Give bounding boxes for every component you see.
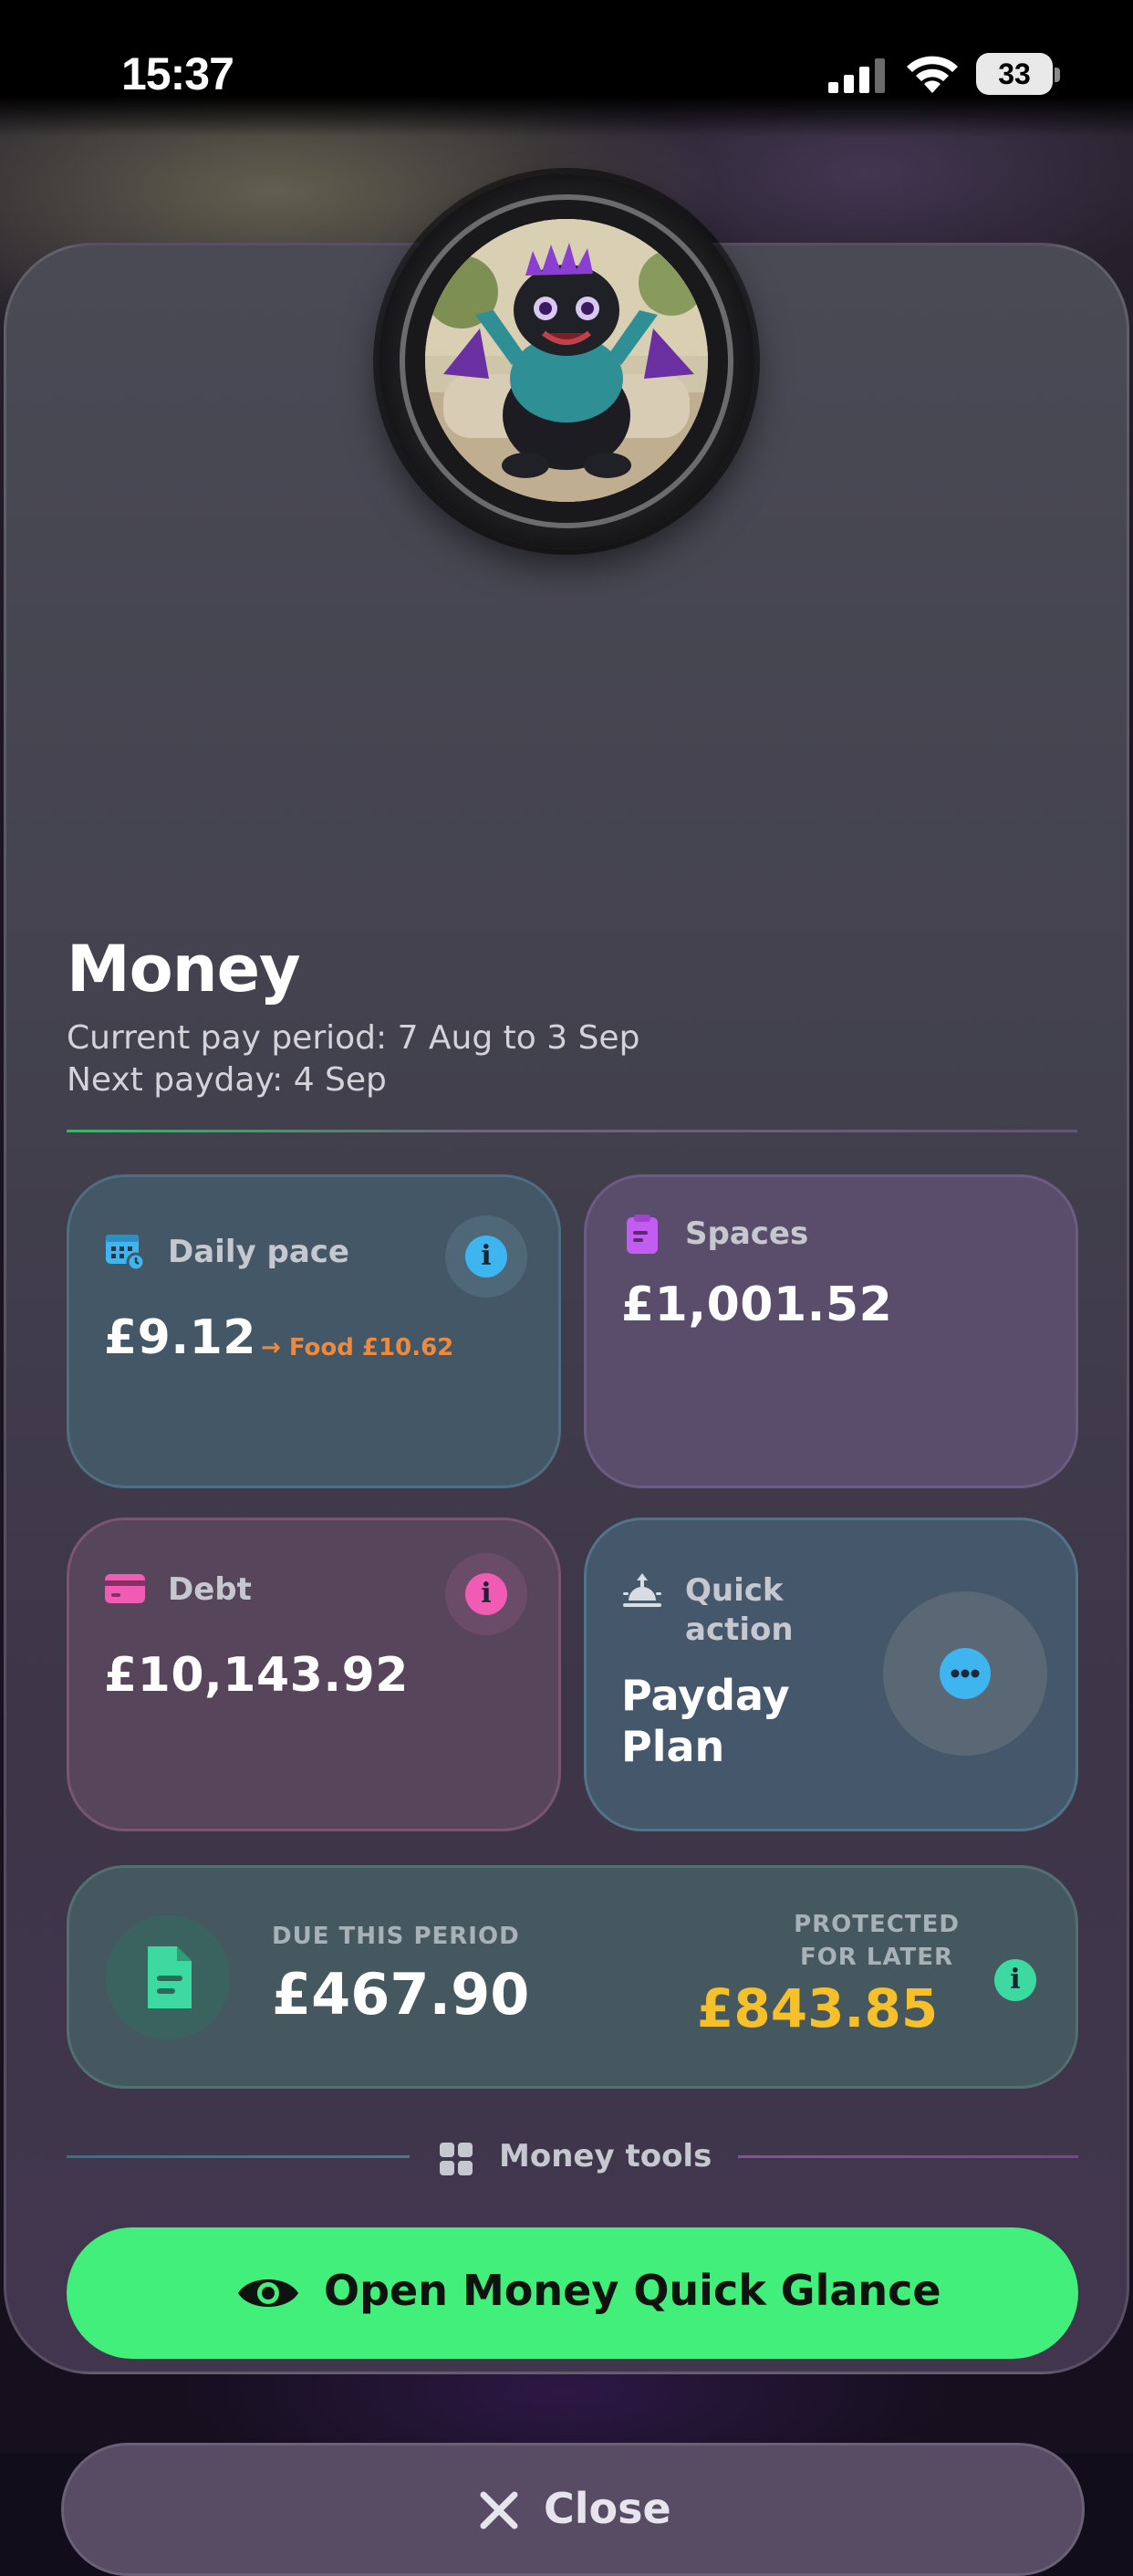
wifi-icon [907,56,958,93]
due-this-period-label: DUE THIS PERIOD [272,1923,520,1950]
daily-pace-card[interactable]: Daily pace i £9.12 → Food £10.62 [67,1174,561,1488]
daily-pace-amount: £9.12 [104,1310,256,1365]
money-sheet: Money Current pay period: 7 Aug to 3 Sep… [4,243,1129,2576]
quick-action-label-line2: action [685,1611,794,1648]
close-icon [480,2491,518,2529]
info-icon: i [465,1236,507,1278]
open-quick-glance-button[interactable]: Open Money Quick Glance [67,2227,1078,2359]
money-tools-label: Money tools [499,2138,712,2174]
eye-icon [238,2279,298,2307]
sunrise-icon [623,1573,661,1607]
page-title: Money [67,932,301,1006]
credit-card-icon [105,1574,145,1603]
status-time: 15:37 [121,48,234,99]
daily-pace-label: Daily pace [168,1234,349,1270]
spaces-amount: £1,001.52 [621,1278,893,1332]
battery-tip [1055,68,1060,82]
due-this-period-amount: £467.90 [272,1961,530,2028]
clipboard-icon [627,1215,658,1254]
status-bar: 15:37 33 [0,0,1133,137]
quick-action-card[interactable]: Quick action Payday Plan [584,1517,1078,1831]
close-label: Close [544,2484,671,2533]
spaces-card[interactable]: Spaces £1,001.52 [584,1174,1078,1488]
info-icon: i [465,1573,507,1615]
tools-divider-right [738,2155,1078,2158]
grid-icon [440,2143,473,2175]
protected-for-later-amount: £843.85 [697,1977,939,2039]
daily-pace-info-button[interactable]: i [445,1215,527,1298]
next-payday-text: Next payday: 4 Sep [67,1061,387,1099]
debt-info-button[interactable]: i [445,1553,527,1635]
header-divider [67,1130,1077,1132]
quick-action-more-button[interactable] [883,1591,1047,1756]
tools-divider-left [67,2155,410,2158]
avatar[interactable] [425,219,708,502]
open-quick-glance-label: Open Money Quick Glance [324,2266,941,2315]
quick-action-label: Quick action [685,1571,794,1650]
food-pace-hint: → Food £10.62 [261,1334,454,1361]
document-icon [148,1946,192,2008]
debt-card[interactable]: Debt i £10,143.92 [67,1517,561,1831]
due-this-period-card[interactable]: DUE THIS PERIOD £467.90 PROTECTED FOR LA… [67,1865,1078,2089]
cellular-signal-icon [828,58,885,93]
quick-action-value: Payday Plan [621,1671,790,1771]
debt-amount: £10,143.92 [104,1648,409,1703]
calendar-icon [106,1235,146,1272]
document-icon-badge [106,1915,230,2039]
battery-indicator: 33 [976,53,1053,95]
quick-action-label-line1: Quick [685,1572,784,1609]
dragon-avatar-image [425,219,708,502]
spaces-label: Spaces [685,1215,809,1252]
more-icon [940,1648,991,1699]
close-button[interactable]: Close [61,2443,1085,2576]
debt-label: Debt [168,1571,252,1608]
protected-info-button[interactable]: i [994,1959,1036,2001]
pay-period-text: Current pay period: 7 Aug to 3 Sep [67,1019,640,1057]
protected-for-later-label: PROTECTED FOR LATER [794,1911,960,1971]
